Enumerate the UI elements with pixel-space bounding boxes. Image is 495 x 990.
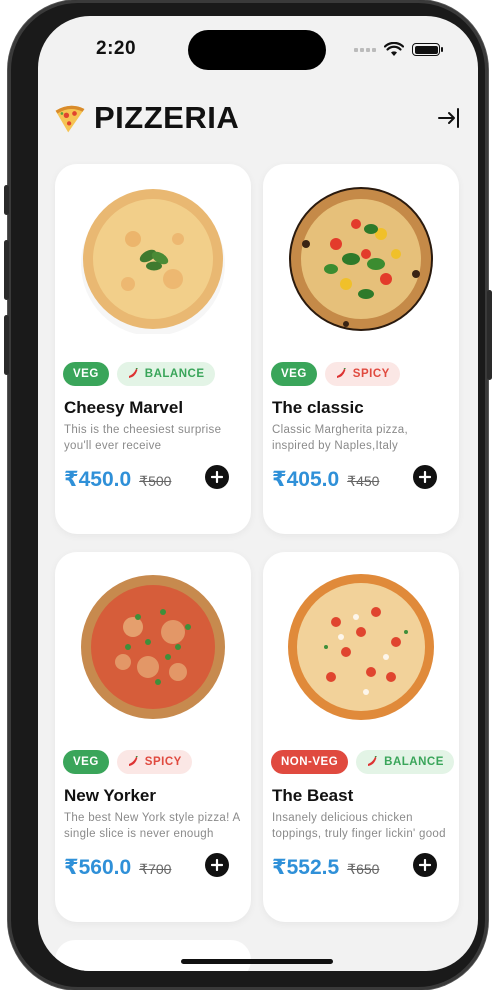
wifi-icon — [384, 42, 404, 56]
chili-icon — [336, 368, 346, 378]
product-card[interactable]: VEG SPICY The classic Classic Margherita… — [263, 164, 459, 534]
add-to-cart-button[interactable] — [205, 465, 229, 489]
brand-title: PIZZERIA — [94, 100, 240, 135]
app-header: PIZZERIA — [52, 96, 466, 140]
diet-badge: VEG — [63, 362, 109, 386]
taste-badge: BALANCE — [356, 750, 454, 774]
original-price: ₹700 — [139, 861, 172, 877]
diet-badge: VEG — [63, 750, 109, 774]
logout-icon[interactable] — [436, 105, 462, 131]
pizza-image — [288, 574, 434, 720]
chili-icon — [368, 756, 378, 766]
product-name: The Beast — [272, 786, 354, 805]
add-to-cart-button[interactable] — [413, 853, 437, 877]
tag-row: VEG SPICY — [63, 750, 192, 774]
product-card[interactable]: VEG BALANCE Cheesy Marvel This is the ch… — [55, 164, 251, 534]
price-row: ₹405.0 ₹450 — [272, 467, 379, 492]
app-screen: 2:20 PIZZERIA VEG BALANCE Cheesy Marvel … — [38, 16, 478, 971]
dynamic-island — [188, 30, 326, 70]
taste-badge: BALANCE — [116, 362, 215, 386]
volume-down-button — [4, 315, 9, 375]
product-price: ₹405.0 — [272, 468, 340, 491]
plus-icon — [211, 859, 223, 871]
taste-label: SPICY — [352, 368, 390, 380]
product-card[interactable]: VEG SPICY New Yorker The best New York s… — [55, 552, 251, 922]
price-row: ₹552.5 ₹650 — [272, 855, 379, 880]
pizza-image — [81, 189, 225, 334]
taste-badge: SPICY — [324, 362, 400, 386]
product-description: This is the cheesiest surprise you'll ev… — [64, 424, 222, 452]
product-price: ₹560.0 — [64, 856, 132, 879]
pizza-slice-icon — [55, 105, 85, 133]
taste-label: BALANCE — [384, 756, 444, 768]
status-time: 2:20 — [96, 38, 137, 59]
taste-label: SPICY — [144, 756, 182, 768]
battery-icon — [412, 43, 443, 56]
tag-row: NON-VEG BALANCE — [271, 750, 454, 774]
product-description: The best New York style pizza! A single … — [64, 812, 240, 840]
add-to-cart-button[interactable] — [413, 465, 437, 489]
home-indicator[interactable] — [181, 959, 333, 964]
diet-badge: NON-VEG — [271, 750, 349, 774]
product-card[interactable]: NON-VEG BALANCE The Beast Insanely delic… — [263, 552, 459, 922]
taste-badge: SPICY — [116, 750, 192, 774]
price-row: ₹560.0 ₹700 — [64, 855, 171, 880]
power-button — [487, 290, 492, 380]
tag-row: VEG SPICY — [271, 362, 400, 386]
status-icons — [354, 42, 443, 57]
plus-icon — [211, 471, 223, 483]
product-description: Insanely delicious chicken toppings, tru… — [272, 812, 446, 840]
pizza-image — [81, 575, 225, 719]
volume-up-button — [4, 240, 9, 300]
phone-frame: 2:20 PIZZERIA VEG BALANCE Cheesy Marvel … — [4, 0, 492, 990]
product-price: ₹552.5 — [272, 856, 340, 879]
price-row: ₹450.0 ₹500 — [64, 467, 171, 492]
add-to-cart-button[interactable] — [205, 853, 229, 877]
tag-row: VEG BALANCE — [63, 362, 215, 386]
chili-icon — [128, 368, 138, 378]
product-name: New Yorker — [64, 786, 156, 805]
signal-icon — [354, 47, 376, 52]
taste-label: BALANCE — [144, 368, 205, 380]
product-price: ₹450.0 — [64, 468, 132, 491]
original-price: ₹650 — [347, 861, 380, 877]
plus-icon — [419, 471, 431, 483]
mute-switch — [4, 185, 9, 215]
original-price: ₹450 — [347, 473, 380, 489]
product-description: Classic Margherita pizza, inspired by Na… — [272, 424, 408, 452]
product-name: The classic — [272, 398, 364, 417]
pizza-image — [289, 187, 433, 331]
product-name: Cheesy Marvel — [64, 398, 184, 417]
chili-icon — [128, 756, 138, 766]
diet-badge: VEG — [271, 362, 317, 386]
plus-icon — [419, 859, 431, 871]
product-card-partial[interactable] — [55, 940, 251, 971]
original-price: ₹500 — [139, 473, 172, 489]
